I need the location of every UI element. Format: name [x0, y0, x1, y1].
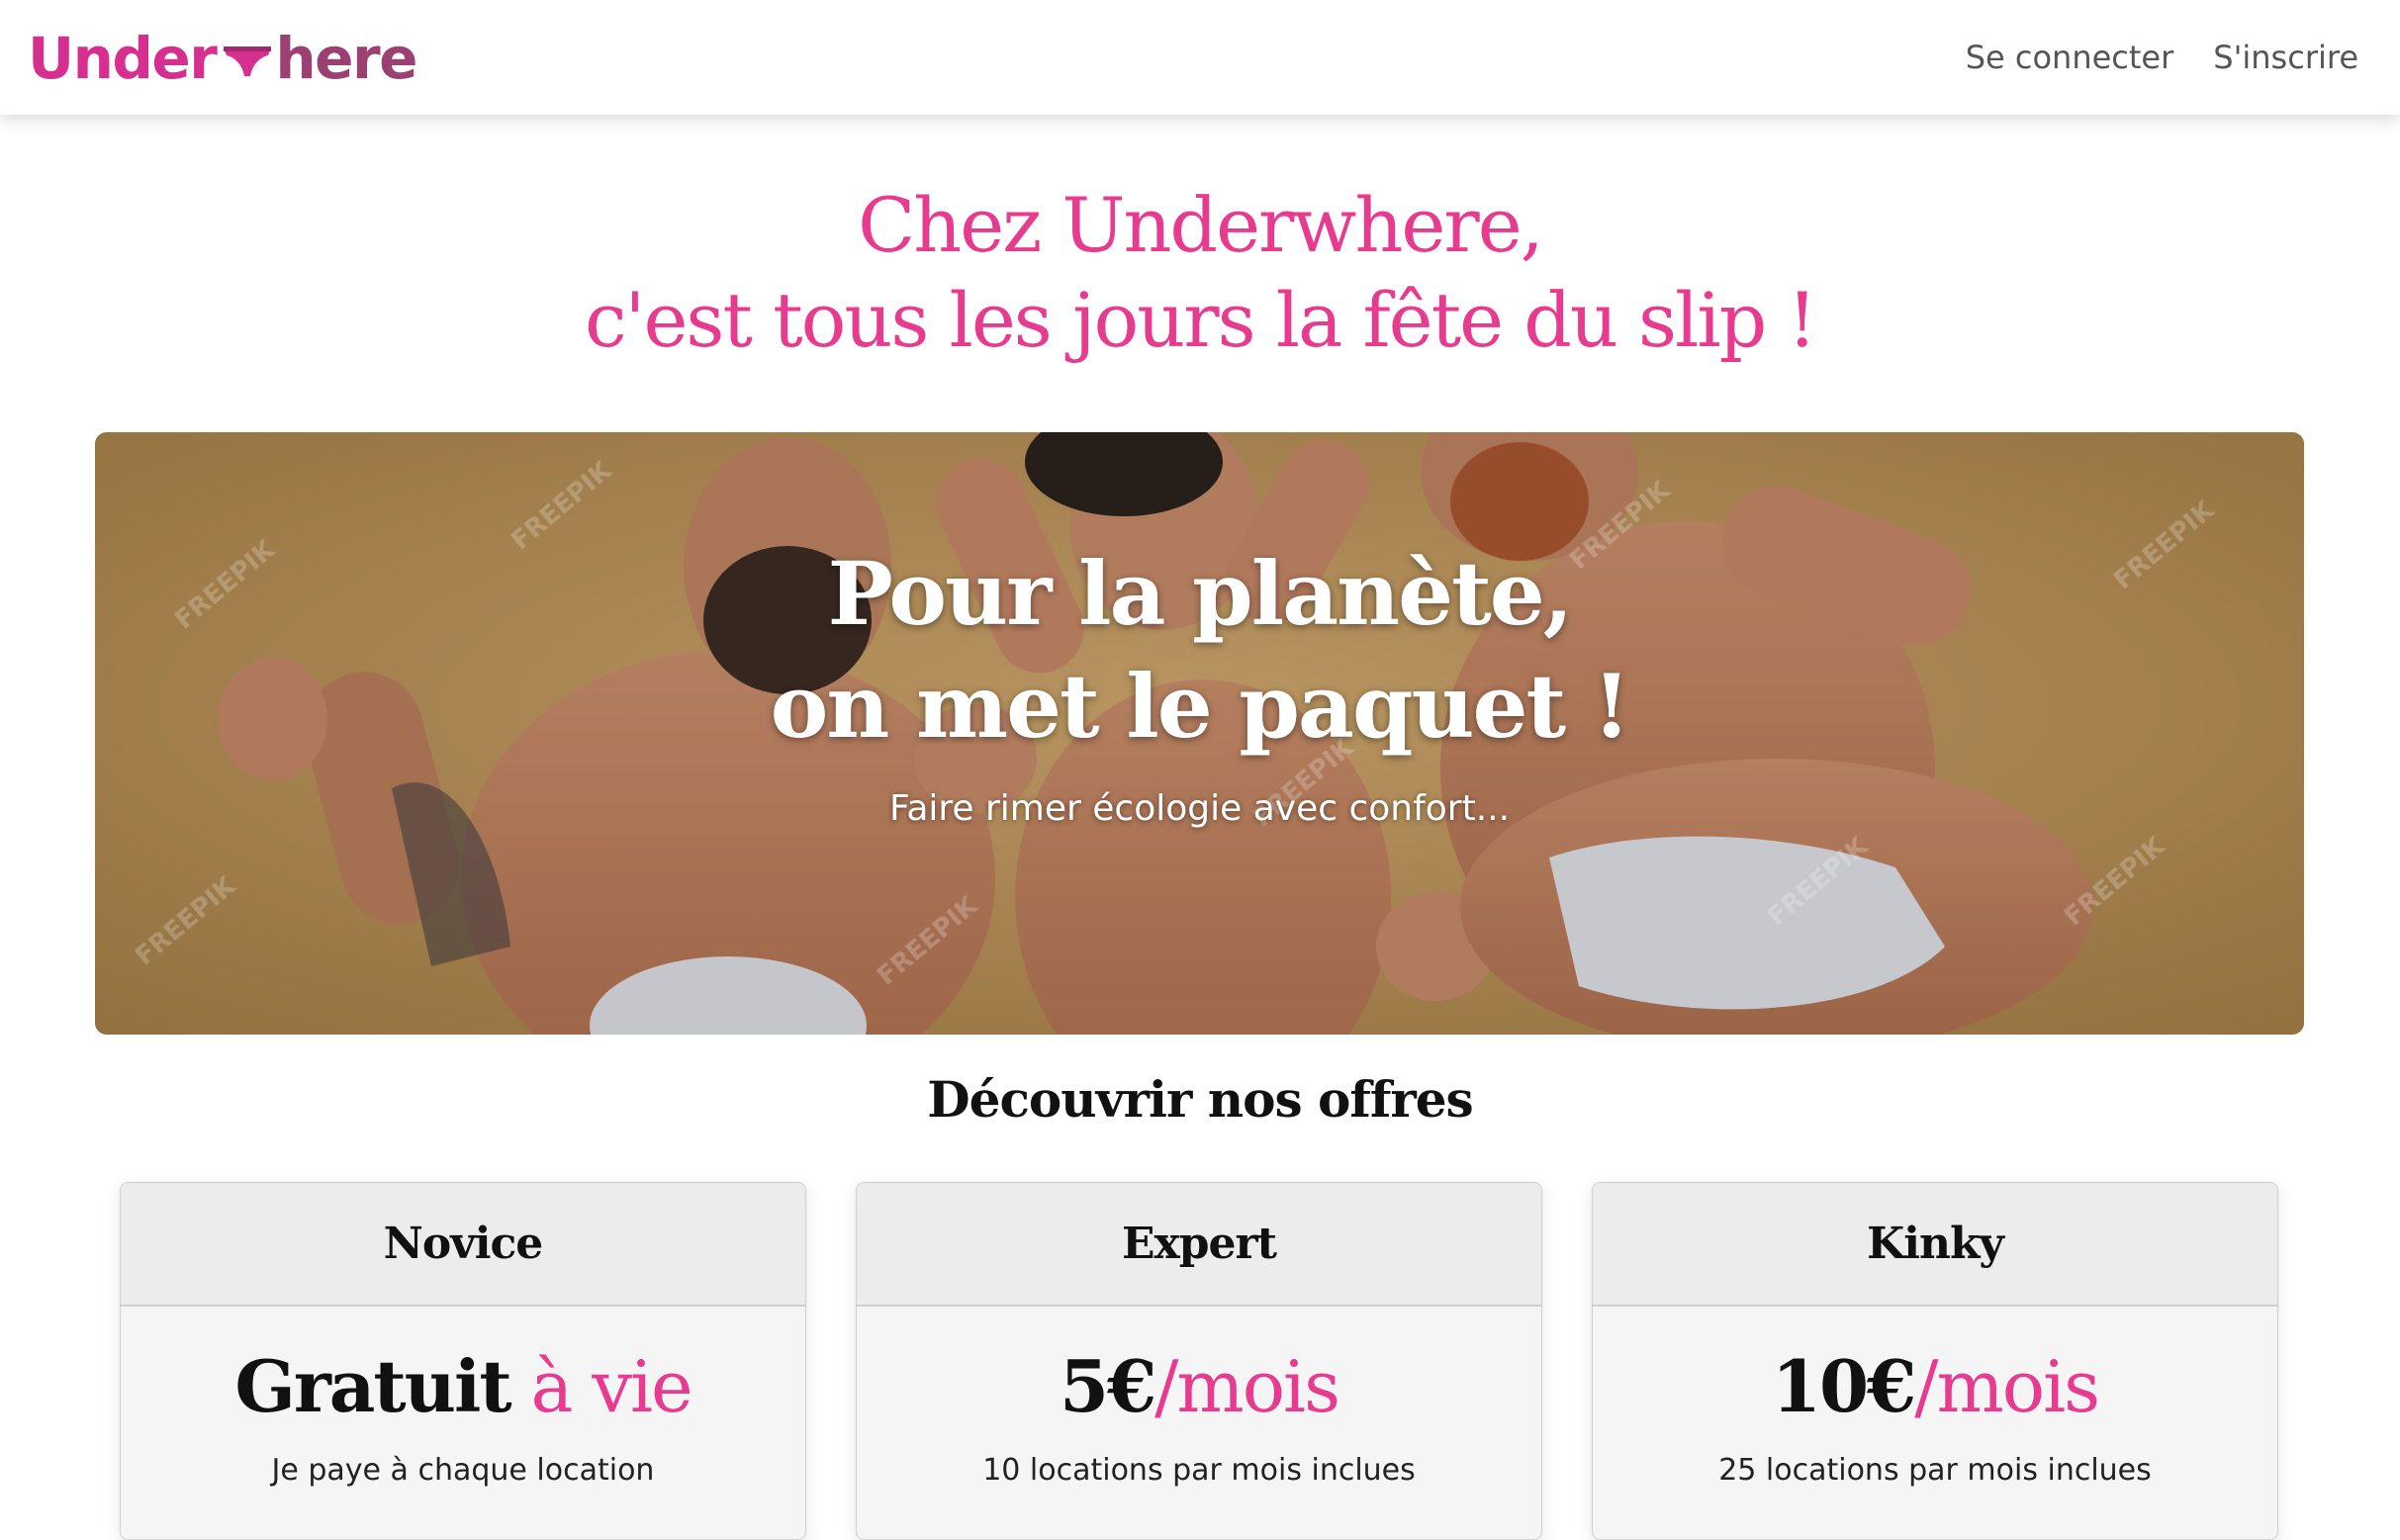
plan-description: 25 locations par mois inclues — [1718, 1453, 2152, 1488]
banner-title-line1: Pour la planète, — [827, 542, 1574, 645]
signup-link[interactable]: S'inscrire — [2213, 39, 2358, 76]
site-header: Under here Se connecter S'inscrire — [0, 0, 2400, 115]
plan-price: Gratuit à vie — [121, 1342, 805, 1431]
top-nav: Se connecter S'inscrire — [1966, 30, 2358, 85]
plan-card-kinky[interactable]: Kinky 10€/mois 25 locations par mois inc… — [1592, 1182, 2278, 1540]
plan-name: Novice — [121, 1183, 805, 1307]
offers-title: Découvrir nos offres — [927, 1070, 1473, 1129]
plan-price-value: Gratuit — [234, 1344, 511, 1428]
hero-headline-line2: c'est tous les jours la fête du slip ! — [584, 276, 1817, 364]
briefs-icon — [224, 46, 272, 76]
banner-subtitle: Faire rimer écologie avec confort... — [888, 788, 1511, 829]
plan-description: 10 locations par mois inclues — [982, 1453, 1416, 1488]
logo-text-under: Under — [28, 25, 218, 92]
logo-link[interactable]: Under here — [28, 24, 417, 93]
banner-title-line2: on met le paquet ! — [770, 655, 1631, 758]
plan-price-value: 10€ — [1771, 1344, 1916, 1428]
hero-headline-line1: Chez Underwhere, — [858, 181, 1544, 269]
plan-card-novice[interactable]: Novice Gratuit à vie Je paye à chaque lo… — [120, 1182, 806, 1540]
plan-card-expert[interactable]: Expert 5€/mois 10 locations par mois inc… — [856, 1182, 1542, 1540]
plan-price: 10€/mois — [1593, 1342, 2277, 1431]
banner-title: Pour la planète, on met le paquet ! — [95, 537, 2304, 763]
plan-price-suffix: /mois — [1154, 1345, 1340, 1428]
hero-banner: FREEPIK FREEPIK FREEPIK FREEPIK FREEPIK … — [95, 432, 2304, 1035]
plan-description: Je paye à chaque location — [271, 1453, 655, 1488]
plan-price-value: 5€ — [1059, 1344, 1156, 1428]
plan-price: 5€/mois — [857, 1342, 1541, 1431]
plan-name: Expert — [857, 1183, 1541, 1307]
plan-price-suffix: à vie — [509, 1345, 693, 1428]
logo-text-here: here — [275, 25, 417, 92]
login-link[interactable]: Se connecter — [1966, 39, 2174, 76]
plan-name: Kinky — [1593, 1183, 2277, 1307]
plan-price-suffix: /mois — [1914, 1345, 2100, 1428]
hero-headline: Chez Underwhere, c'est tous les jours la… — [0, 178, 2400, 368]
